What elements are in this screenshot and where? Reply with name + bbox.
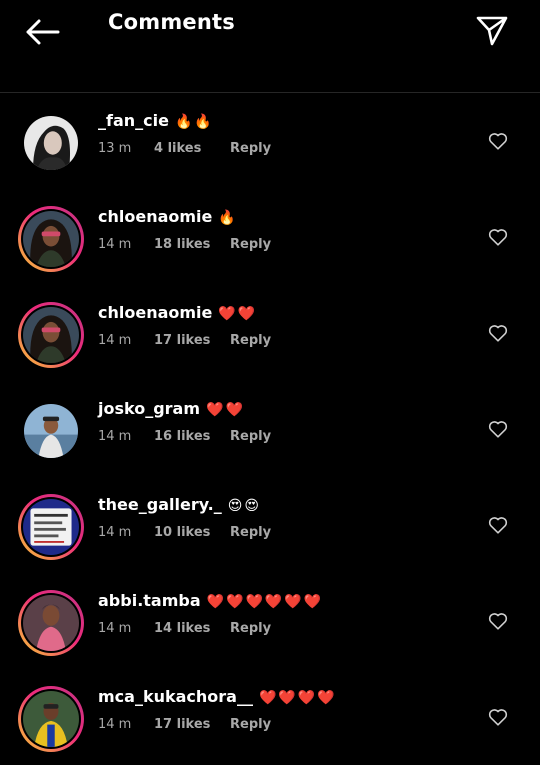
heart-outline-icon: [488, 517, 508, 534]
comment-header: _fan_cie 🔥🔥: [98, 111, 214, 130]
avatar-photo: [24, 404, 78, 458]
heart-outline-icon: [488, 229, 508, 246]
comment-username[interactable]: abbi.tamba: [98, 591, 201, 610]
like-button[interactable]: [484, 319, 512, 347]
comment-time: 14 m: [98, 621, 132, 636]
avatar-photo: [23, 499, 79, 555]
comment-header: abbi.tamba ❤️❤️❤️❤️❤️❤️: [98, 591, 323, 610]
like-button[interactable]: [484, 223, 512, 251]
comment-text: 🔥: [218, 210, 238, 226]
comment-meta: 14 m 16 likes Reply: [98, 429, 271, 444]
comment-row: _fan_cie 🔥🔥 13 m 4 likes Reply: [0, 93, 540, 189]
comment-meta: 14 m 17 likes Reply: [98, 717, 271, 732]
comment-username[interactable]: _fan_cie: [98, 111, 169, 130]
avatar[interactable]: [18, 302, 84, 368]
comment-meta: 14 m 17 likes Reply: [98, 333, 271, 348]
comment-username[interactable]: josko_gram: [98, 399, 200, 418]
likes-count[interactable]: 17 likes: [154, 717, 230, 732]
comment-time: 14 m: [98, 237, 132, 252]
comment-meta: 14 m 14 likes Reply: [98, 621, 271, 636]
comment-header: josko_gram ❤️❤️: [98, 399, 245, 418]
heart-outline-icon: [488, 421, 508, 438]
comment-time: 14 m: [98, 333, 132, 348]
like-button[interactable]: [484, 703, 512, 731]
avatar-photo: [23, 307, 79, 363]
comment-row: chloenaomie 🔥 14 m 18 likes Reply: [0, 189, 540, 285]
comment-username[interactable]: mca_kukachora__: [98, 687, 253, 706]
comment-text: 🔥🔥: [174, 114, 214, 130]
comment-row: chloenaomie ❤️❤️ 14 m 17 likes Reply: [0, 285, 540, 381]
comment-row: abbi.tamba ❤️❤️❤️❤️❤️❤️ 14 m 14 likes Reply: [0, 573, 540, 669]
comment-time: 14 m: [98, 525, 132, 540]
avatar-photo: [24, 116, 78, 170]
likes-count[interactable]: 16 likes: [154, 429, 230, 444]
heart-outline-icon: [488, 709, 508, 726]
like-button[interactable]: [484, 415, 512, 443]
heart-outline-icon: [488, 325, 508, 342]
reply-button[interactable]: Reply: [230, 717, 271, 732]
like-button[interactable]: [484, 127, 512, 155]
comment-text: ❤️❤️❤️❤️❤️❤️: [206, 594, 324, 610]
comment-text: 😍😍: [227, 498, 261, 514]
avatar[interactable]: [18, 494, 84, 560]
likes-count[interactable]: 4 likes: [154, 141, 230, 156]
comment-username[interactable]: chloenaomie: [98, 303, 212, 322]
likes-count[interactable]: 18 likes: [154, 237, 230, 252]
send-icon: [476, 16, 508, 46]
comment-meta: 14 m 10 likes Reply: [98, 525, 271, 540]
page-title: Comments: [108, 10, 235, 34]
comment-header: chloenaomie 🔥: [98, 207, 238, 226]
avatar-photo: [23, 211, 79, 267]
comment-row: thee_gallery._ 😍😍 14 m 10 likes Reply: [0, 477, 540, 573]
comment-time: 14 m: [98, 717, 132, 732]
arrow-left-icon: [26, 19, 60, 45]
comment-header: thee_gallery._ 😍😍: [98, 495, 261, 514]
reply-button[interactable]: Reply: [230, 141, 271, 156]
like-button[interactable]: [484, 607, 512, 635]
comments-list: _fan_cie 🔥🔥 13 m4 likes Reply chloenaomi…: [0, 93, 540, 765]
comment-text: ❤️❤️❤️❤️: [258, 690, 337, 706]
comment-header: mca_kukachora__ ❤️❤️❤️❤️: [98, 687, 337, 706]
comment-meta: 14 m 18 likes Reply: [98, 237, 271, 252]
header: Comments: [0, 0, 540, 93]
reply-button[interactable]: Reply: [230, 525, 271, 540]
avatar-photo: [23, 595, 79, 651]
likes-count[interactable]: 17 likes: [154, 333, 230, 348]
avatar[interactable]: [18, 206, 84, 272]
comment-row: josko_gram ❤️❤️ 14 m 16 likes Reply: [0, 381, 540, 477]
avatar[interactable]: [18, 110, 84, 176]
like-button[interactable]: [484, 511, 512, 539]
avatar[interactable]: [18, 590, 84, 656]
comment-header: chloenaomie ❤️❤️: [98, 303, 257, 322]
comment-time: 14 m: [98, 429, 132, 444]
comment-text: ❤️❤️: [206, 402, 245, 418]
comment-username[interactable]: thee_gallery._: [98, 495, 222, 514]
avatar-photo: [23, 691, 79, 747]
likes-count[interactable]: 14 likes: [154, 621, 230, 636]
heart-outline-icon: [488, 613, 508, 630]
reply-button[interactable]: Reply: [230, 333, 271, 348]
likes-count[interactable]: 10 likes: [154, 525, 230, 540]
heart-outline-icon: [488, 133, 508, 150]
comment-meta: 13 m 4 likes Reply: [98, 141, 271, 156]
reply-button[interactable]: Reply: [230, 621, 271, 636]
reply-button[interactable]: Reply: [230, 429, 271, 444]
back-button[interactable]: [22, 14, 62, 50]
avatar[interactable]: [18, 398, 84, 464]
comment-row: mca_kukachora__ ❤️❤️❤️❤️ 14 m 17 likes Repl…: [0, 669, 540, 765]
comment-text: ❤️❤️: [218, 306, 258, 322]
comment-time: 13 m: [98, 141, 132, 156]
share-button[interactable]: [472, 12, 512, 50]
reply-button[interactable]: Reply: [230, 237, 271, 252]
avatar[interactable]: [18, 686, 84, 752]
comment-username[interactable]: chloenaomie: [98, 207, 212, 226]
